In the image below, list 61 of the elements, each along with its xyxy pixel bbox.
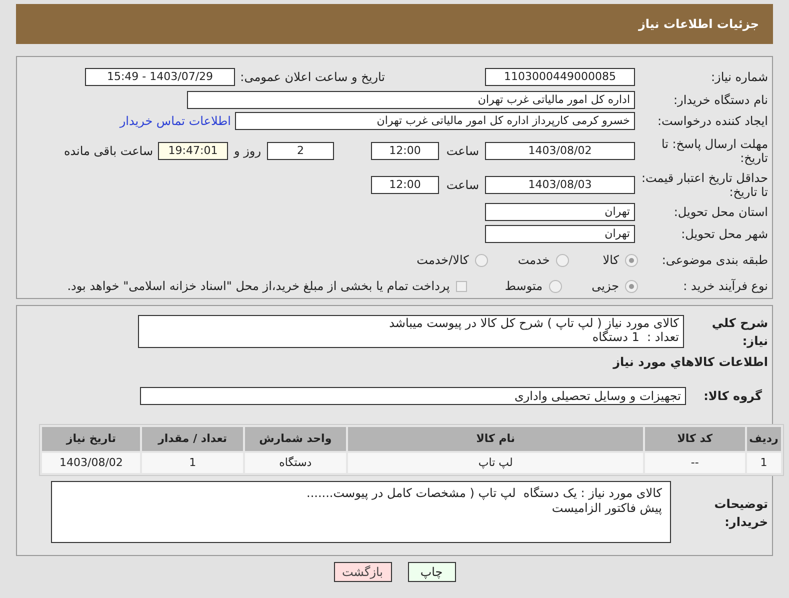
field-label: توضیحات خریدار:: [713, 496, 769, 531]
column-header: واحد شمارش: [244, 427, 346, 451]
checkbox[interactable]: [456, 280, 467, 292]
field-label: تاریخ و ساعت اعلان عمومی:: [239, 69, 385, 86]
column-header: کد کالا: [645, 427, 745, 451]
option-label: خدمت: [518, 252, 550, 269]
input-field[interactable]: 1403/08/02: [485, 142, 635, 160]
table-cell: 1: [746, 453, 781, 473]
input-field[interactable]: 1103000449000085: [485, 68, 635, 86]
field-label: ایجاد کننده درخواست:: [656, 114, 769, 128]
radio-button[interactable]: [474, 254, 488, 266]
field-label: نوع فرآیند خرید :: [682, 279, 769, 293]
text-area[interactable]: کالای مورد نیاز : یک دستگاه لپ تاپ ( مشخصات کامل در پیوست....... پیش فاکتور الزامیست: [51, 481, 671, 543]
input-field[interactable]: 2: [267, 142, 334, 160]
field-label: ساعت: [445, 143, 479, 160]
table-cell: لپ تاپ: [348, 453, 644, 473]
field-label: نام دستگاه خریدار:: [672, 93, 769, 107]
column-header: تعداد / مقدار: [142, 427, 243, 451]
radio-button[interactable]: [625, 254, 638, 266]
field-label: روز و: [234, 143, 261, 160]
radio-button[interactable]: [548, 280, 562, 292]
column-header: ردیف: [746, 427, 781, 451]
countdown-display: 19:47:01: [158, 142, 228, 160]
section-heading: اطلاعات کالاهاي مورد نياز: [613, 354, 768, 371]
option-label: کالا/خدمت: [416, 252, 469, 269]
input-field[interactable]: 1403/07/29 - 15:49: [85, 68, 235, 86]
input-field[interactable]: تجهیزات و وسایل تحصیلی واداری: [140, 387, 686, 405]
radio-button[interactable]: [556, 254, 569, 266]
contact-link[interactable]: اطلاعات تماس خریدار: [120, 112, 231, 130]
radio-button[interactable]: [625, 280, 638, 292]
field-label: گروه کالا:: [702, 388, 763, 405]
column-header: نام کالا: [348, 427, 644, 451]
option-label: جزیی: [592, 278, 619, 295]
text-area[interactable]: کالای مورد نیاز ( لپ تاپ ) شرح کل کالا در پیوست میباشد تعداد : 1 دستگاه: [138, 315, 684, 348]
option-label: پرداخت تمام یا بخشی از مبلغ خرید،از محل "اسناد خزانه اسلامی" خواهد بود.: [67, 278, 450, 295]
field-label: حداقل تاریخ اعتبار قیمت: تا تاریخ:: [640, 170, 769, 199]
table-cell: 1403/08/02: [42, 453, 140, 473]
input-field[interactable]: اداره کل امور مالیاتی غرب تهران: [187, 91, 635, 109]
column-header: تاریخ نیاز: [42, 427, 140, 451]
print-button[interactable]: چاپ: [408, 562, 456, 582]
field-label: مهلت ارسال پاسخ: تا تاریخ:: [660, 136, 769, 165]
field-label: ساعت: [445, 177, 479, 194]
option-label: کالا: [602, 252, 619, 269]
table-cell: دستگاه: [244, 453, 346, 473]
input-field[interactable]: خسرو کرمی کارپرداز اداره کل امور مالیاتی غرب تهران: [235, 112, 635, 130]
field-label: شرح کلي نياز:: [710, 314, 769, 350]
input-field[interactable]: 1403/08/03: [485, 176, 635, 194]
input-field[interactable]: 12:00: [371, 142, 439, 160]
input-field[interactable]: 12:00: [371, 176, 439, 194]
field-label: شماره نیاز:: [710, 70, 769, 84]
field-label: استان محل تحویل:: [672, 205, 769, 219]
field-label: شهر محل تحویل:: [680, 227, 769, 241]
table-cell: 1: [142, 453, 243, 473]
field-label: ساعت باقی مانده: [64, 143, 153, 160]
field-label: طبقه بندی موضوعی:: [660, 253, 769, 267]
back-button[interactable]: بازگشت: [334, 562, 392, 582]
input-field[interactable]: تهران: [485, 225, 635, 243]
option-label: متوسط: [504, 278, 543, 295]
table-cell: --: [645, 453, 745, 473]
page-title: جزئیات اطلاعات نیاز: [638, 16, 759, 33]
input-field[interactable]: تهران: [485, 203, 635, 221]
